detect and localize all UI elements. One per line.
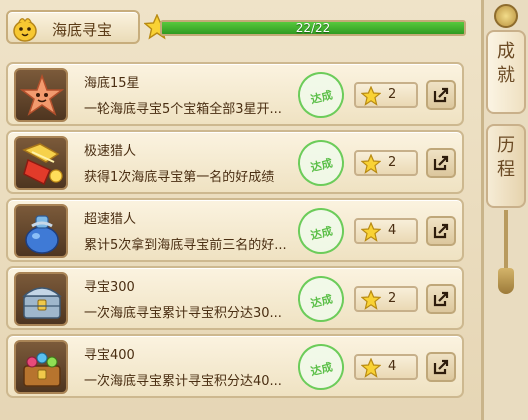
achievement-desc: 一轮海底寻宝5个宝箱全部3星开... bbox=[84, 102, 282, 117]
reward-box: 4 bbox=[354, 354, 418, 380]
achievement-icon-box bbox=[14, 136, 68, 190]
achievement-name: 寻宝400 bbox=[84, 348, 135, 363]
share-button[interactable] bbox=[426, 284, 456, 314]
achievement-icon-box bbox=[14, 272, 68, 326]
achievement-panel: 海底寻宝 22/22 海底15星 一轮海底寻宝5个宝箱全部3星开... 达成 2… bbox=[0, 0, 484, 420]
progress-text: 22/22 bbox=[295, 21, 331, 35]
chick-mascot-icon bbox=[13, 18, 37, 42]
achievement-row: 寻宝400 一次海底寻宝累计寻宝积分达40... 达成 4 bbox=[6, 334, 464, 398]
side-tabs: 成就 历程 bbox=[484, 0, 528, 420]
share-arrow-icon bbox=[433, 359, 449, 375]
achievement-desc: 累计5次拿到海底寻宝前三名的好... bbox=[84, 238, 287, 253]
progress-bar: 22/22 bbox=[160, 20, 466, 36]
star-icon bbox=[361, 222, 381, 242]
share-button[interactable] bbox=[426, 352, 456, 382]
achievement-desc: 一次海底寻宝累计寻宝积分达30... bbox=[84, 306, 282, 321]
scroll-knob-icon bbox=[494, 4, 518, 28]
achievement-desc: 获得1次海底寻宝第一名的好成绩 bbox=[84, 170, 275, 185]
reward-box: 2 bbox=[354, 150, 418, 176]
achievement-row: 超速猎人 累计5次拿到海底寻宝前三名的好... 达成 4 bbox=[6, 198, 464, 262]
tab-history[interactable]: 历程 bbox=[486, 124, 526, 208]
tab-history-label: 历程 bbox=[497, 135, 515, 180]
share-button[interactable] bbox=[426, 216, 456, 246]
share-arrow-icon bbox=[433, 87, 449, 103]
star-icon bbox=[361, 86, 381, 106]
achievement-name: 海底15星 bbox=[84, 76, 140, 91]
reward-box: 2 bbox=[354, 286, 418, 312]
achievement-name: 极速猎人 bbox=[84, 144, 137, 159]
share-arrow-icon bbox=[433, 291, 449, 307]
achievement-icon-box bbox=[14, 340, 68, 394]
share-button[interactable] bbox=[426, 148, 456, 178]
reward-value: 2 bbox=[388, 291, 397, 306]
golden-hammer-icon bbox=[22, 143, 63, 186]
achievement-row: 极速猎人 获得1次海底寻宝第一名的好成绩 达成 2 bbox=[6, 130, 464, 194]
share-arrow-icon bbox=[433, 223, 449, 239]
achievement-name: 超速猎人 bbox=[84, 212, 137, 227]
tassel-rope bbox=[504, 210, 508, 270]
reward-box: 2 bbox=[354, 82, 418, 108]
star-icon bbox=[361, 358, 381, 378]
star-icon bbox=[361, 154, 381, 174]
reward-value: 4 bbox=[388, 359, 397, 374]
star-icon bbox=[361, 290, 381, 310]
panel-title: 海底寻宝 bbox=[52, 21, 113, 39]
title-tab: 海底寻宝 bbox=[6, 10, 140, 44]
header: 海底寻宝 22/22 bbox=[0, 0, 484, 52]
reward-value: 2 bbox=[388, 87, 397, 102]
achievement-icon-box bbox=[14, 68, 68, 122]
achievement-name: 寻宝300 bbox=[84, 280, 135, 295]
tab-achievement[interactable]: 成就 bbox=[486, 30, 526, 114]
silver-chest-icon bbox=[22, 287, 62, 319]
starfish-icon bbox=[19, 73, 65, 116]
tassel-icon bbox=[498, 268, 514, 294]
jewel-chest-icon bbox=[23, 352, 61, 387]
achievement-row: 寻宝300 一次海底寻宝累计寻宝积分达30... 达成 2 bbox=[6, 266, 464, 330]
reward-box: 4 bbox=[354, 218, 418, 244]
tab-achievement-label: 成就 bbox=[497, 41, 515, 86]
achievement-icon-box bbox=[14, 204, 68, 258]
share-arrow-icon bbox=[433, 155, 449, 171]
potion-bag-icon bbox=[25, 215, 59, 254]
reward-value: 4 bbox=[388, 223, 397, 238]
reward-value: 2 bbox=[388, 155, 397, 170]
achievement-row: 海底15星 一轮海底寻宝5个宝箱全部3星开... 达成 2 bbox=[6, 62, 464, 126]
share-button[interactable] bbox=[426, 80, 456, 110]
achievement-desc: 一次海底寻宝累计寻宝积分达40... bbox=[84, 374, 282, 389]
